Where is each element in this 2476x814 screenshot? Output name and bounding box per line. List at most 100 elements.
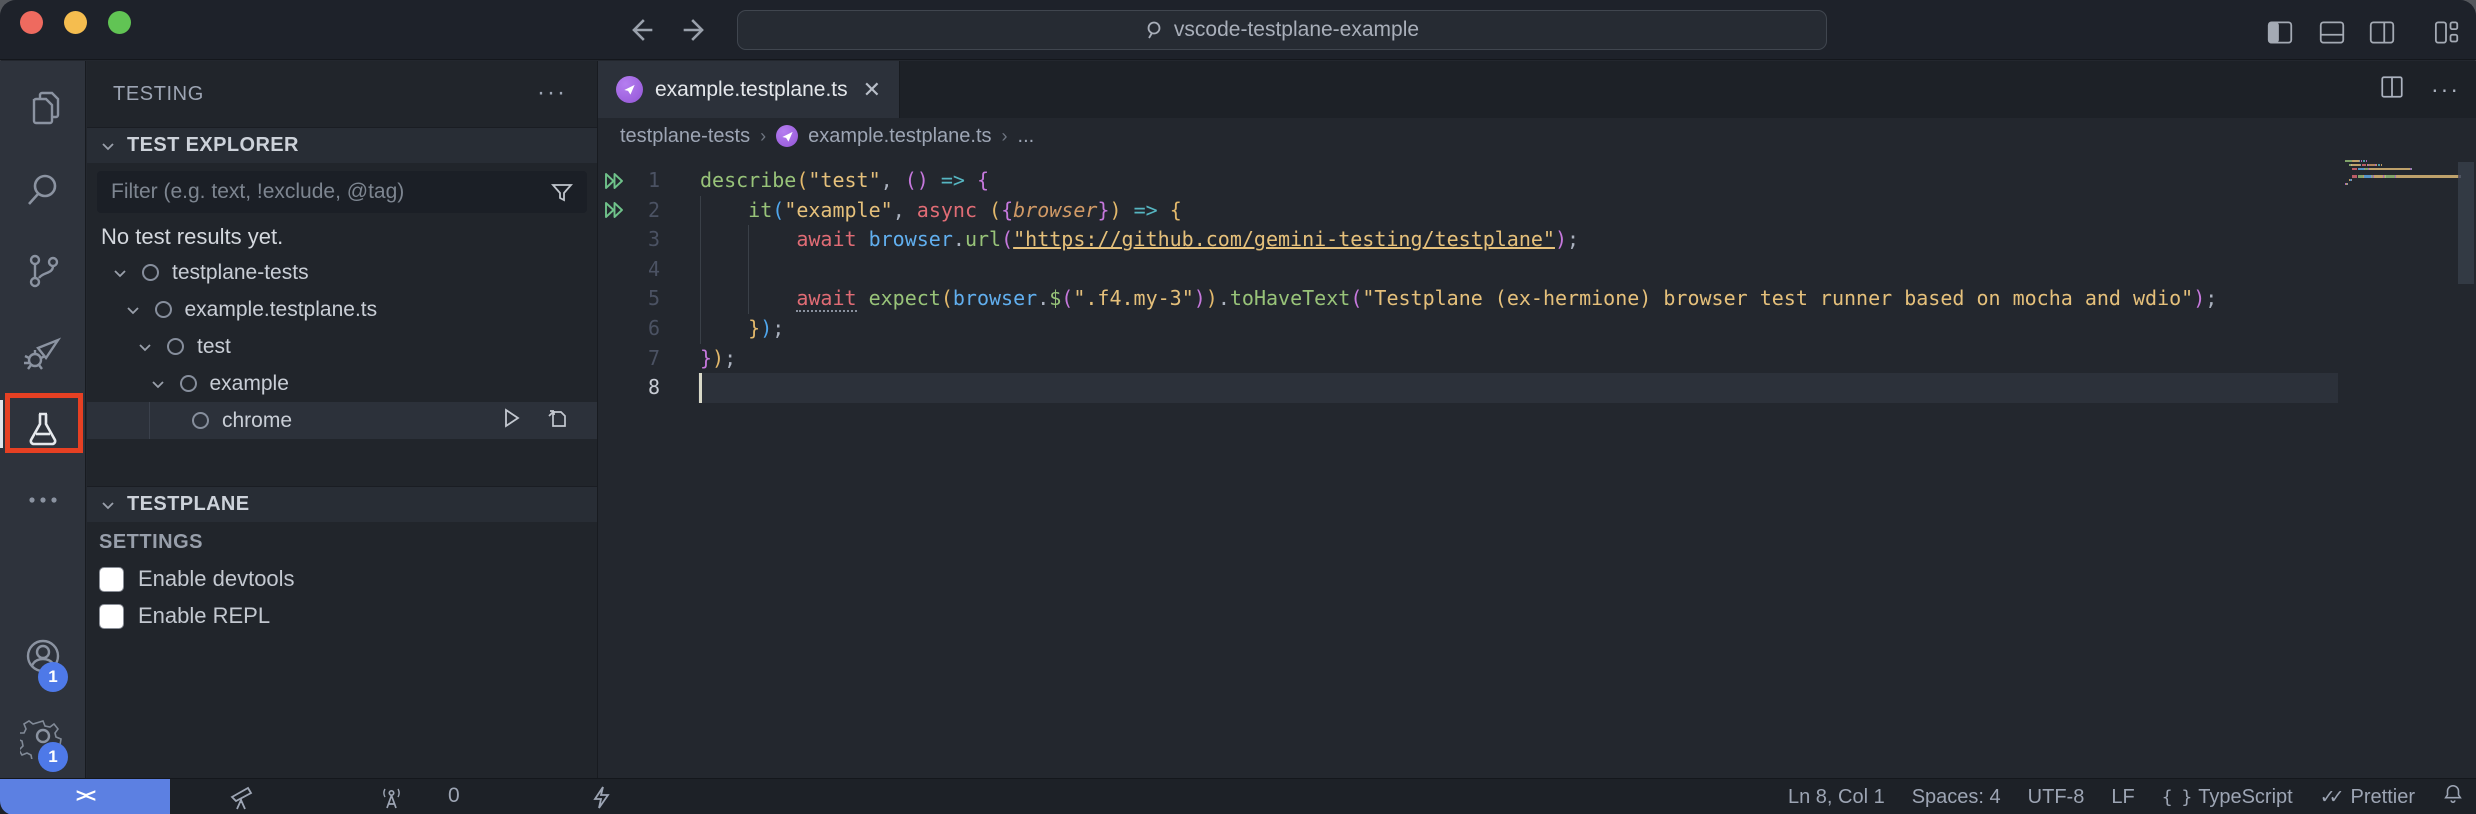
go-to-test-icon[interactable] — [545, 406, 569, 436]
tree-item-testplane-tests[interactable]: testplane-tests — [87, 254, 597, 291]
command-center-search[interactable]: vscode-testplane-example — [737, 10, 1827, 50]
tree-item-chrome[interactable]: chrome — [87, 402, 597, 439]
test-state-icon — [180, 375, 197, 392]
breadcrumb-item[interactable]: testplane-tests — [620, 125, 750, 148]
settings-badge: 1 — [38, 742, 68, 772]
code-line-2[interactable]: 2 it("example", async ({browser}) => { — [598, 196, 2476, 226]
split-editor-icon[interactable] — [2379, 74, 2405, 105]
status-ln-8-col-1[interactable]: Ln 8, Col 1 — [1788, 786, 1885, 809]
checkbox-label[interactable]: Enable REPL — [138, 603, 270, 629]
toggle-panel-icon[interactable] — [2318, 19, 2346, 46]
section-testplane[interactable]: TESTPLANE — [87, 486, 597, 522]
more-views-icon[interactable] — [0, 477, 86, 523]
filter-icon[interactable] — [551, 181, 573, 203]
checkbox-label[interactable]: Enable devtools — [138, 566, 295, 592]
chevron-down-icon[interactable] — [136, 338, 154, 356]
scrollbar-slider[interactable] — [2458, 162, 2474, 284]
editor-more-actions-icon[interactable]: ··· — [2431, 76, 2460, 103]
toggle-secondary-sidebar-icon[interactable] — [2368, 19, 2396, 46]
status-prettier[interactable]: ✓✓Prettier — [2320, 786, 2415, 809]
breadcrumb-separator: › — [760, 126, 766, 147]
test-state-icon — [192, 412, 209, 429]
vscode-window: vscode-testplane-example — [0, 0, 2476, 814]
close-window-button[interactable] — [20, 11, 43, 34]
no-results-message: No test results yet. — [101, 224, 283, 250]
zoom-window-button[interactable] — [108, 11, 131, 34]
code-line-6[interactable]: 6 }); — [598, 314, 2476, 344]
forward-arrow-icon[interactable] — [678, 13, 712, 47]
minimap[interactable] — [2345, 160, 2460, 190]
notifications-bell-icon[interactable] — [2442, 783, 2464, 811]
code-line-4[interactable]: 4 — [598, 255, 2476, 285]
line-number: 2 — [632, 196, 660, 226]
chevron-down-icon[interactable] — [111, 264, 129, 282]
explorer-icon[interactable] — [0, 85, 86, 131]
accounts-badge: 1 — [38, 662, 68, 692]
chevron-down-icon[interactable] — [149, 375, 167, 393]
lightning-icon[interactable] — [588, 784, 615, 811]
section-title: TESTPLANE — [127, 493, 250, 516]
code-line-5[interactable]: 5 await expect(browser.$(".f4.my-3")).to… — [598, 284, 2476, 314]
status-spaces-4[interactable]: Spaces: 4 — [1912, 786, 2001, 809]
close-tab-icon[interactable]: ✕ — [863, 77, 881, 103]
gutter-spacer — [598, 284, 632, 314]
checkbox[interactable] — [99, 567, 124, 592]
search-icon[interactable] — [0, 166, 86, 212]
ports-icon[interactable] — [378, 784, 405, 811]
minimize-window-button[interactable] — [64, 11, 87, 34]
breadcrumb-item[interactable]: ... — [1018, 125, 1035, 148]
code-line-3[interactable]: 3 await browser.url("https://github.com/… — [598, 225, 2476, 255]
breadcrumbs: testplane-tests›example.testplane.ts›... — [598, 118, 2476, 154]
chevron-down-icon — [99, 496, 117, 514]
checkbox[interactable] — [99, 604, 124, 629]
ports-count[interactable]: 0 — [448, 784, 460, 808]
back-arrow-icon[interactable] — [624, 13, 658, 47]
tree-item-label: example.testplane.ts — [185, 298, 378, 322]
line-number: 4 — [632, 255, 660, 285]
status-utf-8[interactable]: UTF-8 — [2028, 786, 2085, 809]
code-editor[interactable]: 1describe("test", () => {2 it("example",… — [598, 154, 2476, 778]
run-and-debug-icon[interactable] — [0, 328, 86, 374]
code-line-7[interactable]: 7}); — [598, 344, 2476, 374]
line-number: 8 — [632, 373, 660, 403]
testplane-file-icon — [776, 125, 798, 147]
tree-item-label: example — [210, 372, 289, 396]
code-line-8[interactable]: 8 — [598, 373, 2476, 403]
test-tree: testplane-tests example.testplane.ts test e… — [87, 254, 597, 439]
tree-item-example.testplane.ts[interactable]: example.testplane.ts — [87, 291, 597, 328]
activity-bar: 1 1 — [0, 61, 86, 778]
section-test-explorer[interactable]: TEST EXPLORER — [87, 127, 597, 163]
remote-indicator[interactable]: >< — [0, 779, 170, 814]
workspace-title: vscode-testplane-example — [1174, 18, 1419, 42]
test-filter-input[interactable]: Filter (e.g. text, !exclude, @tag) — [97, 171, 587, 213]
annotation-highlight-box — [5, 393, 83, 453]
panel-more-actions-icon[interactable]: ··· — [537, 79, 567, 107]
line-number: 7 — [632, 344, 660, 374]
status-bar: >< 0 Ln 8, Col 1 Spaces: 4 UTF-8 LF { }TypeS… — [0, 778, 2476, 814]
settings-label: SETTINGS — [99, 531, 203, 554]
tree-item-example[interactable]: example — [87, 365, 597, 402]
customize-layout-icon[interactable] — [2432, 19, 2460, 46]
test-state-icon — [155, 301, 172, 318]
run-test-gutter-icon[interactable] — [598, 196, 632, 226]
tree-item-test[interactable]: test — [87, 328, 597, 365]
status-lf[interactable]: LF — [2111, 786, 2134, 809]
toggle-primary-sidebar-icon[interactable] — [2266, 19, 2294, 46]
source-control-icon[interactable] — [0, 248, 86, 294]
code-line-1[interactable]: 1describe("test", () => { — [598, 166, 2476, 196]
tree-indent-guide — [149, 402, 150, 439]
panel-title: TESTING — [113, 83, 204, 106]
run-test-gutter-icon[interactable] — [598, 166, 632, 196]
tree-item-label: testplane-tests — [172, 261, 309, 285]
chevron-down-icon[interactable] — [124, 301, 142, 319]
chevron-down-icon — [99, 137, 117, 155]
run-test-icon[interactable] — [499, 406, 523, 436]
search-icon — [1145, 20, 1165, 40]
breadcrumb-item[interactable]: example.testplane.ts — [808, 125, 991, 148]
tab-example-testplane-ts[interactable]: example.testplane.ts ✕ — [598, 61, 900, 118]
gutter-spacer — [598, 225, 632, 255]
setting-row: Enable REPL — [99, 603, 270, 629]
testing-sidebar: TESTING ··· TEST EXPLORER Filter (e.g. t… — [87, 61, 598, 778]
telescope-icon[interactable] — [228, 784, 255, 811]
status-typescript[interactable]: { }TypeScript — [2162, 786, 2293, 809]
